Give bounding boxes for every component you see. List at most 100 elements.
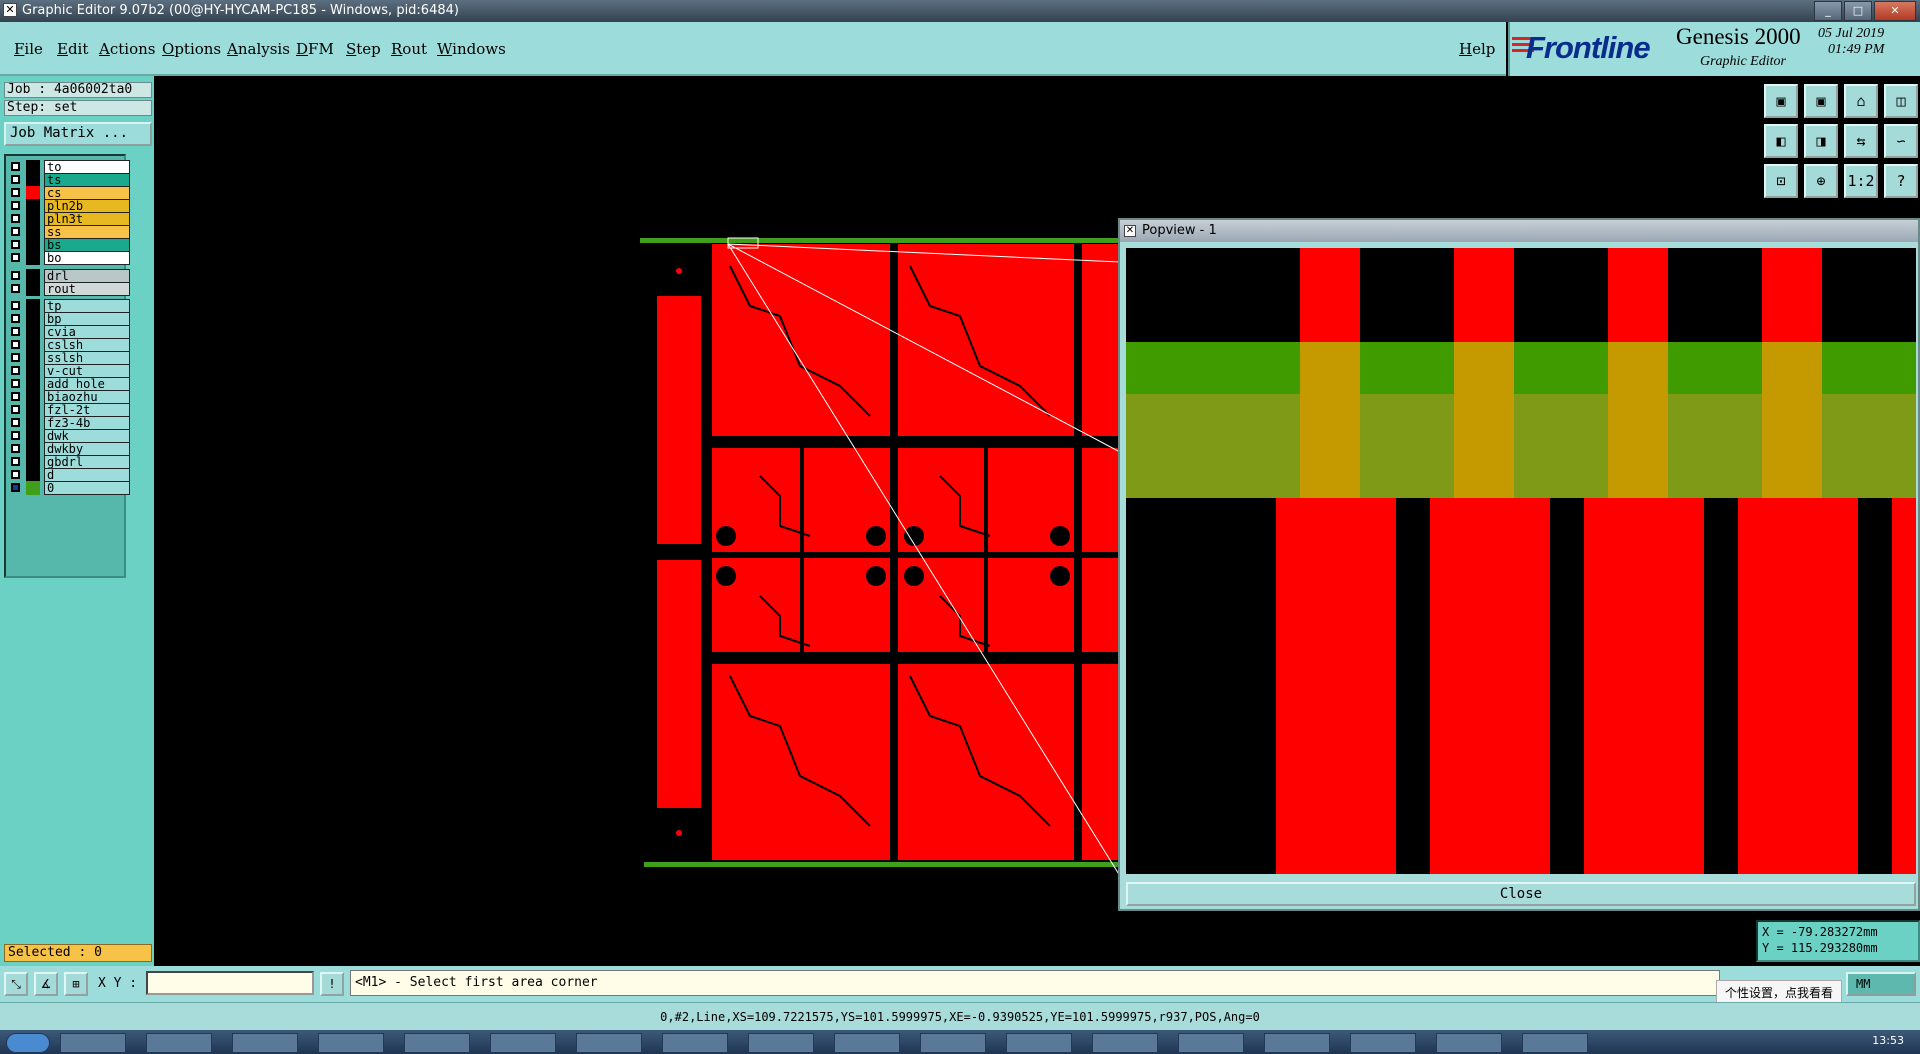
layer-checkbox[interactable] — [11, 214, 20, 223]
close-window-button[interactable]: ✕ — [1874, 1, 1916, 21]
layer-name[interactable]: dwk — [44, 429, 130, 443]
layer-row-ts[interactable]: ts — [8, 173, 130, 187]
menu-edit[interactable]: Edit — [57, 40, 88, 58]
layer-checkbox[interactable] — [11, 379, 20, 388]
layer-row-0[interactable]: 0 — [8, 481, 130, 495]
taskbar-item[interactable] — [146, 1033, 212, 1053]
layer-row-fz3-4b[interactable]: fz3-4b — [8, 416, 130, 430]
layer-color-swatch[interactable] — [26, 338, 40, 352]
taskbar-item[interactable] — [60, 1033, 126, 1053]
layer-row-gbdrl[interactable]: gbdrl — [8, 455, 130, 469]
layer-checkbox[interactable] — [11, 175, 20, 184]
layer-row-d[interactable]: d — [8, 468, 130, 482]
layer-row-dwk[interactable]: dwk — [8, 429, 130, 443]
layer-name[interactable]: biaozhu — [44, 390, 130, 404]
layer-name[interactable]: cslsh — [44, 338, 130, 352]
layer-name[interactable]: gbdrl — [44, 455, 130, 469]
taskbar-item[interactable] — [490, 1033, 556, 1053]
taskbar-item[interactable] — [576, 1033, 642, 1053]
layer-row-to[interactable]: to — [8, 160, 130, 174]
pcb-graphic-view[interactable] — [640, 226, 1120, 876]
layer-checkbox[interactable] — [11, 366, 20, 375]
menu-dfm[interactable]: DFM — [296, 40, 334, 58]
layer-row-biaozhu[interactable]: biaozhu — [8, 390, 130, 404]
layer-color-swatch[interactable] — [26, 299, 40, 313]
layer-name[interactable]: rout — [44, 282, 130, 296]
menu-options[interactable]: Options — [162, 40, 221, 58]
taskbar-item[interactable] — [1350, 1033, 1416, 1053]
taskbar-item[interactable] — [748, 1033, 814, 1053]
taskbar-item[interactable] — [232, 1033, 298, 1053]
menu-actions[interactable]: Actions — [99, 40, 155, 58]
layer-row-tp[interactable]: tp — [8, 299, 130, 313]
pan-left-icon[interactable]: ◧ — [1764, 124, 1798, 158]
layer-row-bs[interactable]: bs — [8, 238, 130, 252]
layer-color-swatch[interactable] — [26, 416, 40, 430]
scale-1to2-icon[interactable]: 1:2 — [1844, 164, 1878, 198]
taskbar-item[interactable] — [834, 1033, 900, 1053]
layer-checkbox[interactable] — [11, 353, 20, 362]
layer-color-swatch[interactable] — [26, 403, 40, 417]
alert-icon[interactable]: ! — [320, 972, 344, 996]
layer-name[interactable]: tp — [44, 299, 130, 313]
start-button[interactable] — [6, 1033, 50, 1053]
help-icon[interactable]: ? — [1884, 164, 1918, 198]
mirror-icon[interactable]: ⇆ — [1844, 124, 1878, 158]
layer-row-cs[interactable]: cs — [8, 186, 130, 200]
menu-file[interactable]: File — [14, 40, 43, 58]
layer-name[interactable]: pln2b — [44, 199, 130, 213]
grid-icon[interactable]: ⊞ — [64, 972, 88, 996]
layer-name[interactable]: fz3-4b — [44, 416, 130, 430]
taskbar-item[interactable] — [1178, 1033, 1244, 1053]
layer-checkbox[interactable] — [11, 470, 20, 479]
layer-color-swatch[interactable] — [26, 269, 40, 283]
layer-checkbox[interactable] — [11, 340, 20, 349]
panel-up-icon[interactable]: ▣ — [1764, 84, 1798, 118]
layer-checkbox[interactable] — [11, 284, 20, 293]
layer-name[interactable]: v-cut — [44, 364, 130, 378]
layer-color-swatch[interactable] — [26, 186, 40, 200]
layer-color-swatch[interactable] — [26, 442, 40, 456]
layer-checkbox[interactable] — [11, 327, 20, 336]
home-icon[interactable]: ⌂ — [1844, 84, 1878, 118]
layer-name[interactable]: fzl-2t — [44, 403, 130, 417]
layer-name[interactable]: dwkby — [44, 442, 130, 456]
taskbar-item[interactable] — [404, 1033, 470, 1053]
split-window-icon[interactable]: ◫ — [1884, 84, 1918, 118]
layer-row-cslsh[interactable]: cslsh — [8, 338, 130, 352]
layer-name[interactable]: cvia — [44, 325, 130, 339]
layer-row-pln3t[interactable]: pln3t — [8, 212, 130, 226]
taskbar-item[interactable] — [920, 1033, 986, 1053]
layer-color-swatch[interactable] — [26, 173, 40, 187]
layer-row-sslsh[interactable]: sslsh — [8, 351, 130, 365]
layer-checkbox[interactable] — [11, 201, 20, 210]
layer-name[interactable]: add_hole — [44, 377, 130, 391]
layer-color-swatch[interactable] — [26, 325, 40, 339]
layer-row-rout[interactable]: rout — [8, 282, 130, 296]
snap-icon[interactable]: ⤡ — [4, 972, 28, 996]
taskbar-item[interactable] — [318, 1033, 384, 1053]
menu-windows[interactable]: Windows — [437, 40, 506, 58]
layer-name[interactable]: ts — [44, 173, 130, 187]
menu-analysis[interactable]: Analysis — [227, 40, 290, 58]
taskbar-item[interactable] — [1264, 1033, 1330, 1053]
layer-row-cvia[interactable]: cvia — [8, 325, 130, 339]
layer-color-swatch[interactable] — [26, 351, 40, 365]
menu-help[interactable]: Help — [1459, 40, 1495, 58]
layer-checkbox[interactable] — [11, 392, 20, 401]
layer-color-swatch[interactable] — [26, 364, 40, 378]
layer-checkbox[interactable] — [11, 418, 20, 427]
layer-checkbox[interactable] — [11, 271, 20, 280]
layer-name[interactable]: ss — [44, 225, 130, 239]
taskbar-item[interactable] — [1006, 1033, 1072, 1053]
popview-title-bar[interactable]: ✕ Popview - 1 — [1120, 220, 1918, 242]
layer-color-swatch[interactable] — [26, 455, 40, 469]
layer-checkbox[interactable] — [11, 162, 20, 171]
layer-checkbox[interactable] — [11, 431, 20, 440]
layer-checkbox[interactable] — [11, 483, 20, 492]
measure-icon[interactable]: ∡ — [34, 972, 58, 996]
panel-down-icon[interactable]: ▣ — [1804, 84, 1838, 118]
layer-color-swatch[interactable] — [26, 238, 40, 252]
layer-checkbox[interactable] — [11, 240, 20, 249]
layer-name[interactable]: cs — [44, 186, 130, 200]
